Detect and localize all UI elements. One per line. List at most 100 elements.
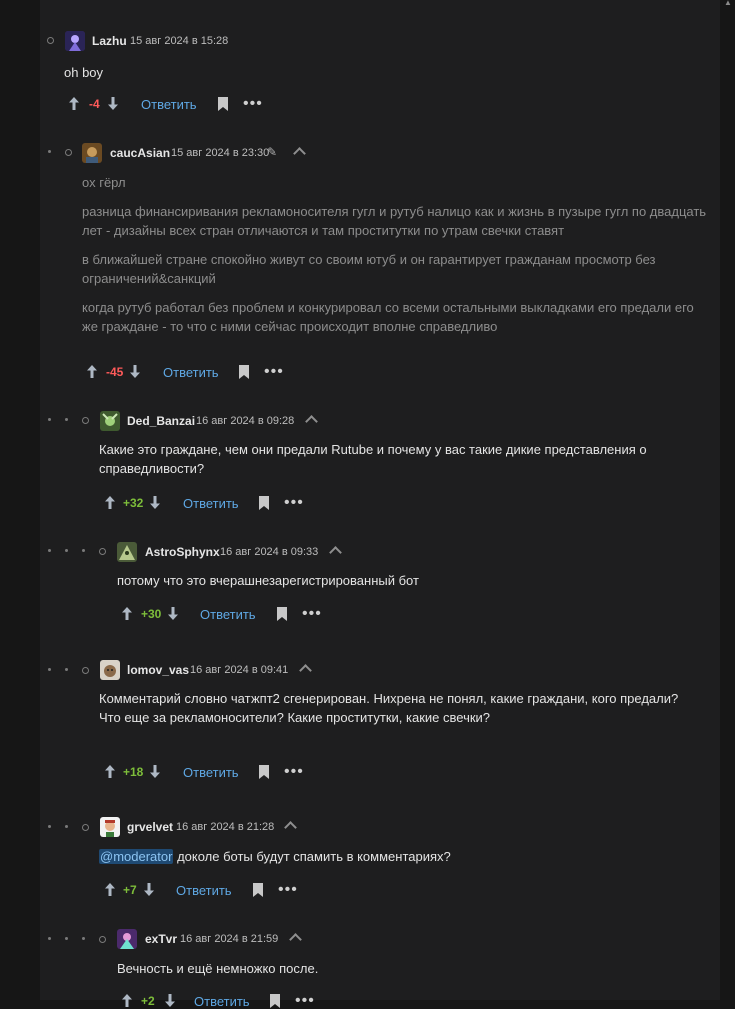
more-dots-icon[interactable]: ••• bbox=[284, 764, 304, 780]
upvote-arrow-icon[interactable] bbox=[68, 96, 80, 111]
comment-date[interactable]: 16 авг 2024 в 09:28 bbox=[196, 415, 294, 427]
avatar[interactable] bbox=[117, 929, 137, 949]
downvote-arrow-icon[interactable] bbox=[149, 495, 161, 510]
thread-marker bbox=[48, 418, 51, 421]
thread-marker bbox=[82, 417, 89, 424]
comment-paragraph: Вечность и ещё немножко после. bbox=[117, 961, 319, 976]
comment-author[interactable]: exTvr bbox=[145, 932, 177, 946]
upvote-arrow-icon[interactable] bbox=[121, 606, 133, 621]
upvote-arrow-icon[interactable] bbox=[104, 882, 116, 897]
comment-date[interactable]: 16 авг 2024 в 09:41 bbox=[190, 664, 288, 676]
reply-link[interactable]: Ответить bbox=[194, 994, 250, 1009]
thread-marker bbox=[48, 825, 51, 828]
reply-link[interactable]: Ответить bbox=[176, 883, 232, 898]
thread-marker bbox=[82, 937, 85, 940]
thread-marker bbox=[48, 937, 51, 940]
thread-marker bbox=[82, 667, 89, 674]
edit-pencil-icon: ✎ bbox=[267, 145, 278, 159]
thread-marker bbox=[82, 549, 85, 552]
scroll-up-arrow-icon[interactable]: ▲ bbox=[724, 0, 732, 7]
more-dots-icon[interactable]: ••• bbox=[284, 495, 304, 511]
comment-author[interactable]: AstroSphynx bbox=[145, 545, 220, 559]
downvote-arrow-icon[interactable] bbox=[167, 606, 179, 621]
comment-author[interactable]: grvelvet bbox=[127, 820, 173, 834]
upvote-arrow-icon[interactable] bbox=[104, 764, 116, 779]
avatar[interactable] bbox=[82, 143, 102, 163]
comment-paragraph: Какие это граждане, чем они предали Rutu… bbox=[99, 442, 647, 476]
scrollbar[interactable]: ▲ bbox=[720, 0, 735, 1000]
comment-body: Какие это граждане, чем они предали Rutu… bbox=[99, 440, 689, 488]
comment-body: потому что это вчерашнезарегистрированны… bbox=[117, 571, 697, 600]
avatar[interactable] bbox=[100, 411, 120, 431]
bookmark-icon[interactable] bbox=[253, 883, 263, 897]
downvote-arrow-icon[interactable] bbox=[143, 882, 155, 897]
thread-marker bbox=[48, 150, 51, 153]
comment-date[interactable]: 15 авг 2024 в 15:28 bbox=[130, 35, 228, 47]
bookmark-icon[interactable] bbox=[218, 97, 228, 111]
comment-author[interactable]: lomov_vas bbox=[127, 663, 189, 677]
comment-paragraph: Комментарий словно чатжпт2 сгенерирован.… bbox=[99, 691, 679, 725]
comment-paragraph: в ближайшей стране спокойно живут со сво… bbox=[82, 252, 656, 286]
vote-score: +18 bbox=[123, 765, 144, 779]
avatar[interactable] bbox=[100, 660, 120, 680]
avatar[interactable] bbox=[65, 31, 85, 51]
comment-date[interactable]: 16 авг 2024 в 09:33 bbox=[220, 546, 318, 558]
downvote-arrow-icon[interactable] bbox=[164, 993, 176, 1008]
vote-score: +7 bbox=[123, 883, 137, 897]
vote-score: +2 bbox=[141, 994, 155, 1008]
comment-paragraph: oh boy bbox=[64, 65, 104, 80]
comment-paragraph: ох гёрл bbox=[82, 175, 126, 190]
vote-score: +30 bbox=[141, 607, 162, 621]
thread-marker bbox=[99, 936, 106, 943]
downvote-arrow-icon[interactable] bbox=[149, 764, 161, 779]
vote-score: -45 bbox=[106, 365, 124, 379]
thread-marker bbox=[65, 149, 72, 156]
upvote-arrow-icon[interactable] bbox=[86, 364, 98, 379]
more-dots-icon[interactable]: ••• bbox=[264, 364, 284, 380]
bookmark-icon[interactable] bbox=[270, 994, 280, 1008]
bookmark-icon[interactable] bbox=[259, 496, 269, 510]
downvote-arrow-icon[interactable] bbox=[107, 96, 119, 111]
vote-score: +32 bbox=[123, 496, 144, 510]
comment-date[interactable]: 16 авг 2024 в 21:59 bbox=[180, 933, 278, 945]
more-dots-icon[interactable]: ••• bbox=[278, 882, 298, 898]
more-dots-icon[interactable]: ••• bbox=[302, 606, 322, 622]
vote-score: -4 bbox=[89, 97, 100, 111]
avatar[interactable] bbox=[100, 817, 120, 837]
thread-marker bbox=[82, 824, 89, 831]
comment-author[interactable]: Lazhu bbox=[92, 34, 127, 48]
bookmark-icon[interactable] bbox=[277, 607, 287, 621]
avatar[interactable] bbox=[117, 542, 137, 562]
comment-author[interactable]: caucAsian bbox=[110, 146, 170, 160]
comment-body: oh boy bbox=[64, 63, 694, 92]
moderator-mention-link[interactable]: @moderator bbox=[99, 849, 174, 864]
upvote-arrow-icon[interactable] bbox=[121, 993, 133, 1008]
bookmark-icon[interactable] bbox=[239, 365, 249, 379]
comment-date[interactable]: 16 авг 2024 в 21:28 bbox=[176, 821, 274, 833]
downvote-arrow-icon[interactable] bbox=[129, 364, 141, 379]
comment-paragraph: потому что это вчерашнезарегистрированны… bbox=[117, 573, 419, 588]
thread-marker bbox=[48, 668, 51, 671]
upvote-arrow-icon[interactable] bbox=[104, 495, 116, 510]
thread-marker bbox=[65, 549, 68, 552]
bookmark-icon[interactable] bbox=[259, 765, 269, 779]
reply-link[interactable]: Ответить bbox=[200, 607, 256, 622]
comment-body: Вечность и ещё немножко после. bbox=[117, 959, 697, 988]
thread-marker bbox=[99, 548, 106, 555]
comment-author[interactable]: Ded_Banzai bbox=[127, 414, 195, 428]
reply-link[interactable]: Ответить bbox=[141, 97, 197, 112]
more-dots-icon[interactable]: ••• bbox=[243, 96, 263, 112]
thread-marker bbox=[65, 668, 68, 671]
comment-paragraph: когда рутуб работал без проблем и конкур… bbox=[82, 300, 694, 334]
comment-body: Комментарий словно чатжпт2 сгенерирован.… bbox=[99, 689, 699, 737]
comment-body: @moderator доколе боты будут спамить в к… bbox=[99, 847, 699, 876]
reply-link[interactable]: Ответить bbox=[163, 365, 219, 380]
comment-date[interactable]: 15 авг 2024 в 23:30 bbox=[171, 147, 269, 159]
reply-link[interactable]: Ответить bbox=[183, 765, 239, 780]
thread-marker bbox=[65, 937, 68, 940]
reply-link[interactable]: Ответить bbox=[183, 496, 239, 511]
more-dots-icon[interactable]: ••• bbox=[295, 993, 315, 1009]
thread-marker bbox=[65, 825, 68, 828]
thread-marker bbox=[65, 418, 68, 421]
comment-body: ох гёрл разница финансиривания рекламоно… bbox=[82, 173, 707, 346]
